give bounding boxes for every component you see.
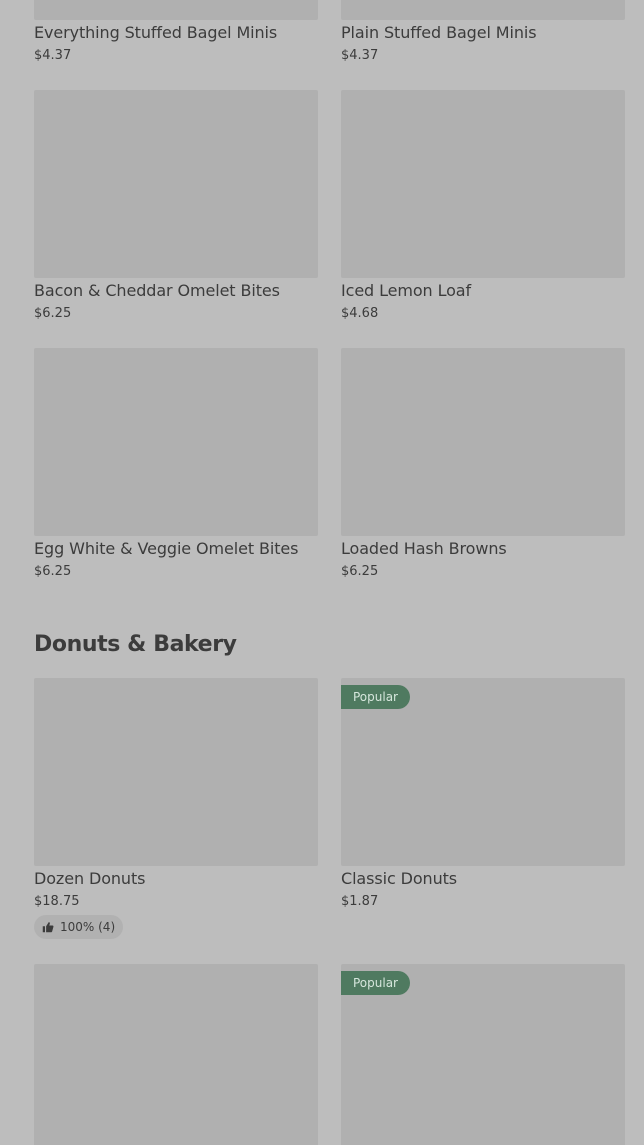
item-image[interactable] <box>341 90 625 278</box>
item-price: $4.37 <box>341 48 379 63</box>
item-price: $6.25 <box>34 306 72 321</box>
item-name: Plain Stuffed Bagel Minis <box>341 23 537 42</box>
popular-badge: Popular <box>341 971 410 995</box>
item-price: $4.68 <box>341 306 379 321</box>
item-image[interactable] <box>341 0 625 20</box>
item-name: Iced Lemon Loaf <box>341 281 472 300</box>
popular-badge: Popular <box>341 685 410 709</box>
item-name: Loaded Hash Browns <box>341 539 507 558</box>
item-name: Dozen Donuts <box>34 869 146 888</box>
thumbs-up-icon <box>42 921 54 933</box>
item-name: Everything Stuffed Bagel Minis <box>34 23 278 42</box>
item-price: $6.25 <box>34 564 72 579</box>
item-name: Bacon & Cheddar Omelet Bites <box>34 281 280 300</box>
item-image[interactable] <box>34 678 318 866</box>
item-image[interactable] <box>34 90 318 278</box>
rating-text: 100% (4) <box>60 920 116 934</box>
item-name: Classic Donuts <box>341 869 458 888</box>
item-price: $18.75 <box>34 894 80 909</box>
item-price: $1.87 <box>341 894 379 909</box>
item-image[interactable] <box>341 348 625 536</box>
item-image[interactable] <box>34 964 318 1145</box>
rating-badge: 100% (4) <box>34 915 124 939</box>
section-title: Donuts & Bakery <box>34 632 237 657</box>
menu-page: Everything Stuffed Bagel Minis $4.37 Pla… <box>0 0 644 1145</box>
item-name: Egg White & Veggie Omelet Bites <box>34 539 299 558</box>
item-image[interactable] <box>34 348 318 536</box>
item-price: $6.25 <box>341 564 379 579</box>
item-image[interactable] <box>34 0 318 20</box>
item-price: $4.37 <box>34 48 72 63</box>
